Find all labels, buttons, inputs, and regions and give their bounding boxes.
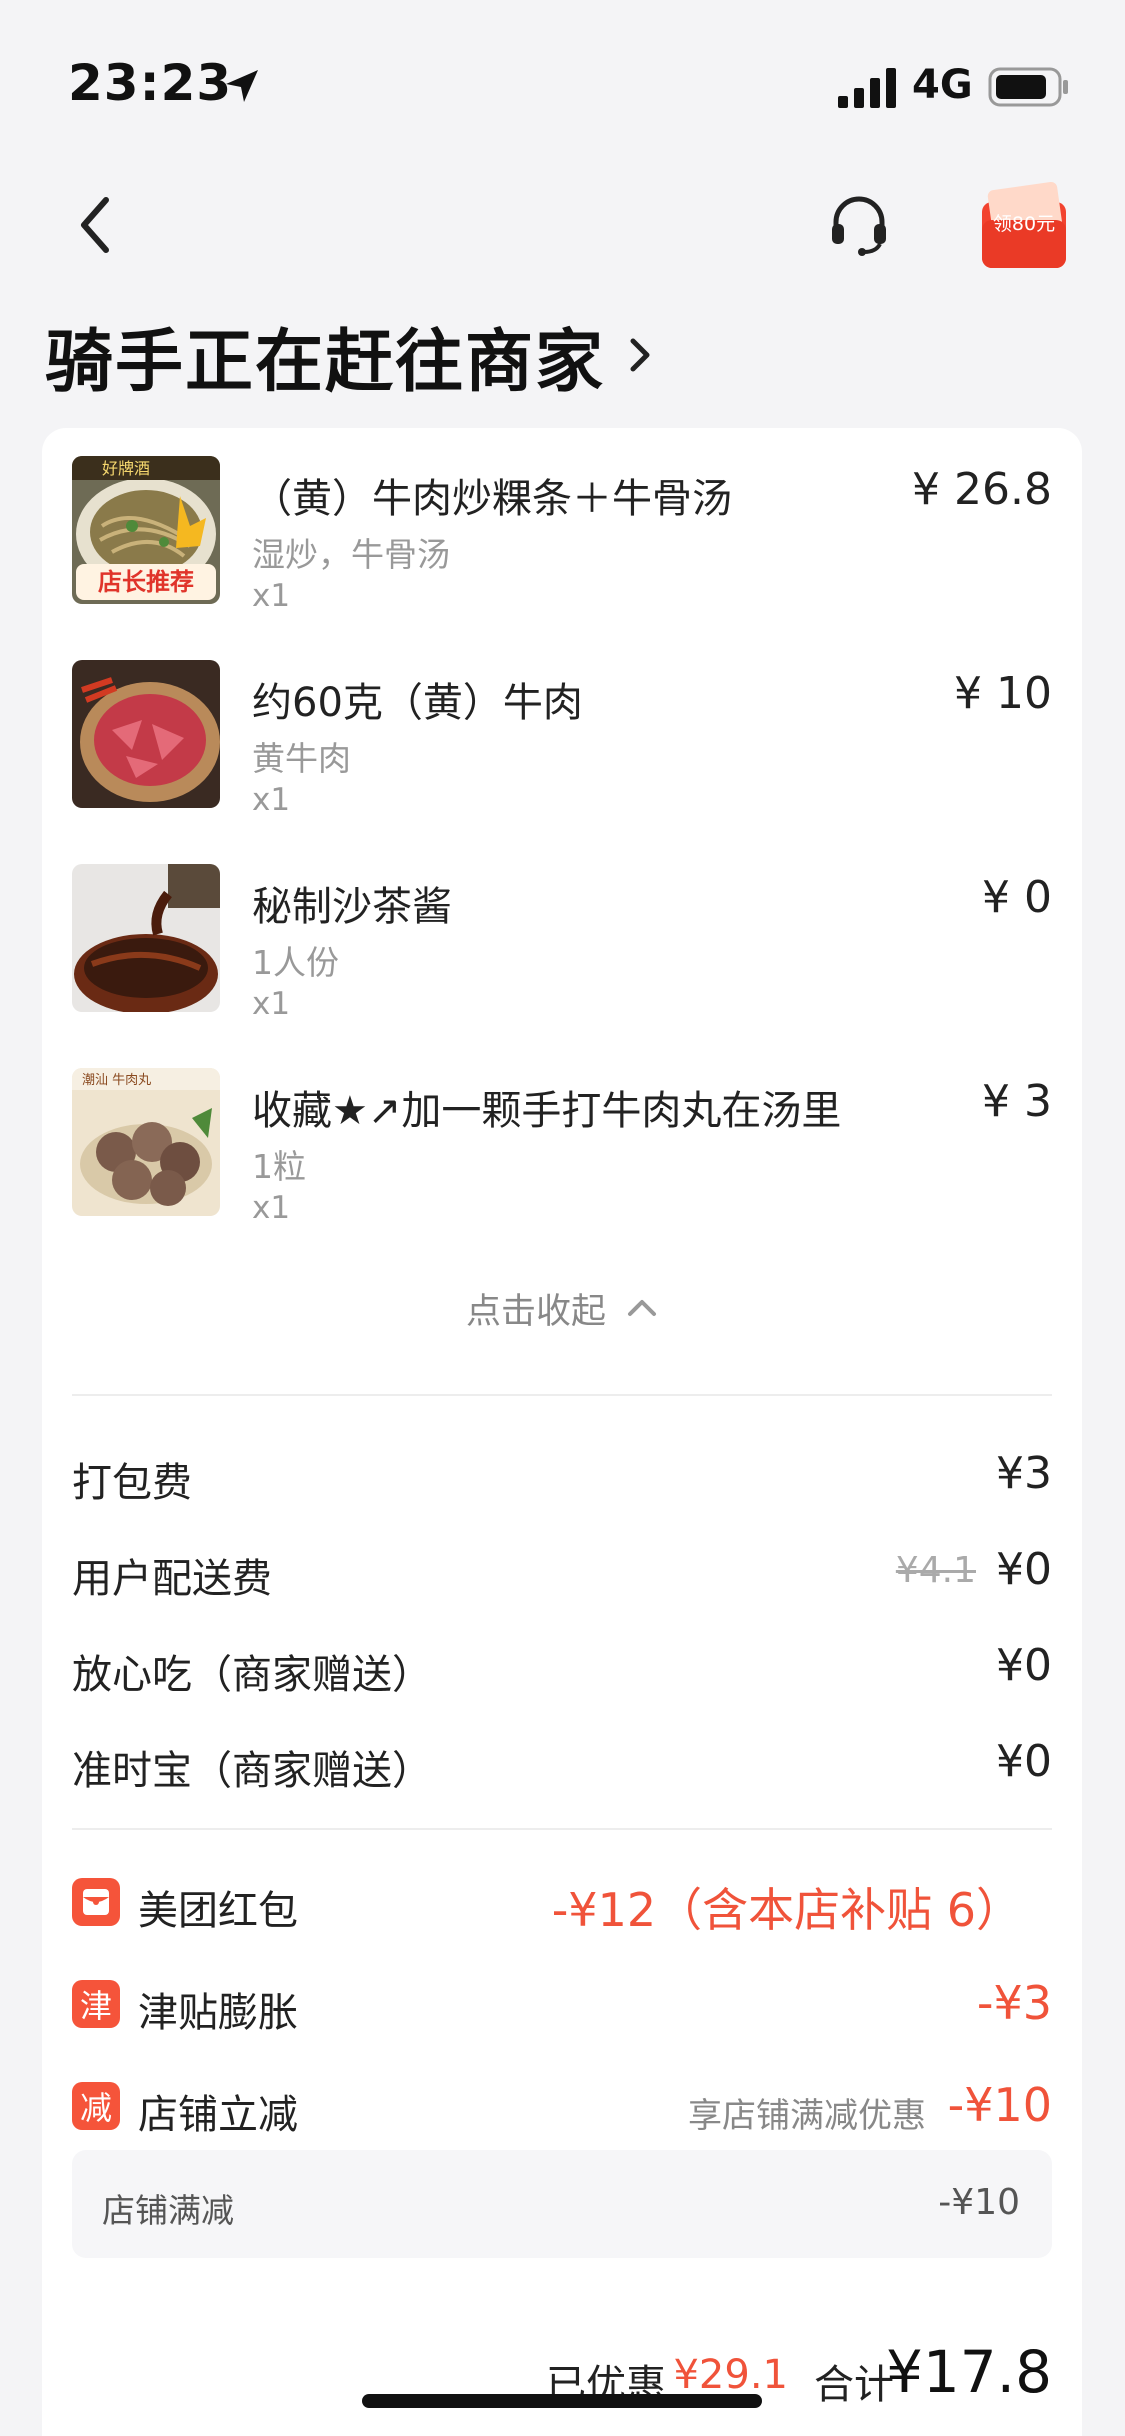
- fee-row-packaging: 打包费 ¥3: [72, 1444, 1052, 1506]
- item-spec: 湿炒，牛骨汤: [252, 535, 450, 574]
- saved-amount: ¥29.1: [673, 2352, 788, 2398]
- location-arrow-icon: [226, 70, 258, 102]
- item-name: 约60克（黄）牛肉: [252, 680, 583, 726]
- thumb-brand-text: 潮汕 牛肉丸: [82, 1073, 151, 1088]
- order-item[interactable]: 秘制沙茶酱 1人份 x1 ¥ 0: [72, 864, 1052, 1034]
- item-name: （黄）牛肉炒粿条＋牛骨汤: [252, 476, 732, 522]
- coupon-badge-text: 领80元: [993, 213, 1055, 235]
- discount-note: 享店铺满减优惠: [688, 2096, 926, 2136]
- fee-label: 用户配送费: [72, 1556, 272, 1602]
- discount-label: 店铺立减: [138, 2092, 298, 2138]
- discount-value: -¥10: [947, 2078, 1052, 2132]
- discount-label: 美团红包: [138, 1888, 298, 1934]
- fee-value: ¥0: [996, 1736, 1052, 1787]
- thumb-brand-text: 好牌酒: [102, 459, 150, 478]
- sub-discount-value: -¥10: [938, 2182, 1020, 2223]
- fee-value: ¥3: [996, 1448, 1052, 1499]
- discount-badge-icon: 减: [72, 2082, 120, 2130]
- item-quantity: x1: [252, 986, 291, 1022]
- discount-label: 津贴膨胀: [138, 1990, 298, 2036]
- sub-discount-label: 店铺满减: [102, 2191, 234, 2230]
- divider: [72, 1828, 1052, 1830]
- discount-row-store[interactable]: 减 店铺立减 享店铺满减优惠 -¥10: [72, 2076, 1052, 2140]
- order-detail-card: 好牌酒 店长推荐 （黄）牛肉炒粿条＋牛骨汤 湿炒，牛骨汤 x1 ¥ 26.8 约…: [42, 428, 1082, 2436]
- item-thumbnail: [72, 864, 220, 1012]
- fee-value: ¥0: [996, 1544, 1052, 1595]
- discount-row-allowance[interactable]: 津 津贴膨胀 -¥3: [72, 1974, 1052, 2038]
- item-name: 秘制沙茶酱: [252, 884, 452, 930]
- status-time: 23:23: [68, 54, 233, 112]
- item-price: ¥ 10: [954, 668, 1052, 719]
- fee-label: 打包费: [72, 1460, 192, 1506]
- item-quantity: x1: [252, 1190, 291, 1226]
- item-spec: 1粒: [252, 1147, 306, 1186]
- collapse-items-button[interactable]: 点击收起: [42, 1278, 1082, 1338]
- total-amount: ¥17.8: [885, 2338, 1052, 2406]
- fee-label: 准时宝（商家赠送）: [72, 1748, 432, 1794]
- fee-row-food-safety[interactable]: 放心吃（商家赠送） ¥0: [72, 1636, 1052, 1698]
- fee-value: ¥0: [996, 1640, 1052, 1691]
- store-discount-detail: 店铺满减 -¥10: [72, 2150, 1052, 2258]
- order-status-title: 骑手正在赶往商家: [45, 322, 606, 402]
- chevron-up-icon: [628, 1300, 656, 1316]
- item-thumbnail: [72, 660, 220, 808]
- back-icon[interactable]: [70, 190, 120, 260]
- red-packet-icon: [72, 1878, 120, 1926]
- order-item[interactable]: 好牌酒 店长推荐 （黄）牛肉炒粿条＋牛骨汤 湿炒，牛骨汤 x1 ¥ 26.8: [72, 456, 1052, 626]
- item-spec: 1人份: [252, 943, 339, 982]
- item-quantity: x1: [252, 782, 291, 818]
- fee-row-on-time[interactable]: 准时宝（商家赠送） ¥0: [72, 1732, 1052, 1794]
- customer-service-icon[interactable]: [826, 192, 892, 258]
- item-spec: 黄牛肉: [252, 739, 351, 778]
- nav-bar: 领80元: [0, 150, 1125, 300]
- total-label: 合计: [814, 2362, 894, 2408]
- battery-icon: [988, 67, 1068, 107]
- item-price: ¥ 0: [982, 872, 1052, 923]
- fee-original-price: ¥4.1: [895, 1550, 976, 1591]
- item-thumbnail: 潮汕 牛肉丸: [72, 1068, 220, 1216]
- discount-value: -¥3: [976, 1976, 1052, 2030]
- collapse-label: 点击收起: [465, 1291, 606, 1332]
- home-indicator[interactable]: [362, 2394, 762, 2408]
- coupon-gift-icon[interactable]: 领80元: [976, 180, 1072, 276]
- network-type: 4G: [912, 62, 973, 108]
- item-thumbnail: 好牌酒 店长推荐: [72, 456, 220, 604]
- item-name: 收藏★↗加一颗手打牛肉丸在汤里: [252, 1088, 842, 1134]
- status-bar: 23:23 4G: [0, 0, 1125, 150]
- thumb-tag-text: 店长推荐: [98, 568, 194, 596]
- order-item[interactable]: 约60克（黄）牛肉 黄牛肉 x1 ¥ 10: [72, 660, 1052, 830]
- item-quantity: x1: [252, 578, 291, 614]
- order-item[interactable]: 潮汕 牛肉丸 收藏★↗加一颗手打牛肉丸在汤里 1粒 x1 ¥ 3: [72, 1068, 1052, 1238]
- discount-value: -¥12（含本店补贴 6）: [551, 1883, 1022, 1937]
- fee-label: 放心吃（商家赠送）: [72, 1652, 432, 1698]
- fee-row-delivery: 用户配送费 ¥4.1 ¥0: [72, 1540, 1052, 1602]
- chevron-right-icon: [630, 338, 650, 372]
- item-price: ¥ 3: [982, 1076, 1052, 1127]
- divider: [72, 1394, 1052, 1396]
- allowance-badge-icon: 津: [72, 1980, 120, 2028]
- discount-row-red-packet[interactable]: 美团红包 -¥12（含本店补贴 6）: [72, 1872, 1052, 1937]
- order-status-title-row[interactable]: 骑手正在赶往商家: [45, 310, 653, 402]
- item-price: ¥ 26.8: [912, 464, 1052, 515]
- cellular-signal-icon: [838, 68, 896, 108]
